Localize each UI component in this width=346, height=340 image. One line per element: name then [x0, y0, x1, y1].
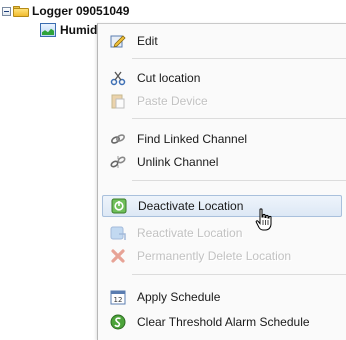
tree-node-label: Logger 09051049 — [32, 4, 130, 18]
tree-node-logger[interactable]: Logger 09051049 — [2, 2, 129, 20]
edit-icon — [110, 33, 126, 49]
menu-item-edit[interactable]: Edit — [102, 30, 346, 52]
menu-item-label: Apply Schedule — [137, 290, 221, 304]
menu-separator — [132, 58, 346, 59]
menu-item-label: Unlink Channel — [137, 155, 219, 169]
menu-item-clear-threshold-alarm-schedule[interactable]: Clear Threshold Alarm Schedule — [102, 311, 346, 333]
menu-item-label: Paste Device — [137, 94, 208, 108]
chart-icon — [40, 23, 56, 37]
context-menu: Edit Cut location Paste Device Find Link… — [97, 23, 346, 340]
clear-schedule-icon — [110, 314, 126, 330]
hand-cursor-icon — [255, 208, 272, 231]
menu-item-paste-device[interactable]: Paste Device — [102, 90, 346, 112]
menu-item-label: Edit — [137, 34, 158, 48]
menu-item-permanently-delete-location[interactable]: Permanently Delete Location — [102, 245, 346, 267]
menu-item-label: Cut location — [137, 71, 201, 85]
menu-separator — [132, 118, 346, 119]
menu-item-label: Reactivate Location — [137, 226, 243, 240]
folder-icon — [13, 5, 29, 17]
menu-item-label: Clear Threshold Alarm Schedule — [137, 315, 310, 329]
paste-icon — [110, 93, 126, 109]
deactivate-icon — [111, 198, 127, 214]
menu-item-cut-location[interactable]: Cut location — [102, 67, 346, 89]
menu-item-apply-schedule[interactable]: 12 Apply Schedule — [102, 286, 346, 308]
delete-x-icon — [110, 248, 126, 264]
reactivate-icon — [110, 225, 126, 241]
menu-separator — [132, 180, 346, 181]
broken-link-icon — [110, 154, 126, 170]
scissors-icon — [110, 70, 126, 86]
menu-item-label: Find Linked Channel — [137, 132, 248, 146]
calendar-icon: 12 — [110, 289, 126, 305]
menu-separator — [132, 274, 346, 275]
menu-item-unlink-channel[interactable]: Unlink Channel — [102, 151, 346, 173]
menu-item-label: Permanently Delete Location — [137, 249, 292, 263]
menu-item-reactivate-location[interactable]: Reactivate Location — [102, 222, 346, 244]
collapse-toggle-icon[interactable] — [2, 6, 11, 16]
menu-item-find-linked-channel[interactable]: Find Linked Channel — [102, 128, 346, 150]
svg-text:12: 12 — [114, 296, 123, 304]
menu-item-deactivate-location[interactable]: Deactivate Location — [102, 195, 342, 217]
chain-link-icon — [110, 131, 126, 147]
menu-item-label: Deactivate Location — [138, 199, 244, 213]
